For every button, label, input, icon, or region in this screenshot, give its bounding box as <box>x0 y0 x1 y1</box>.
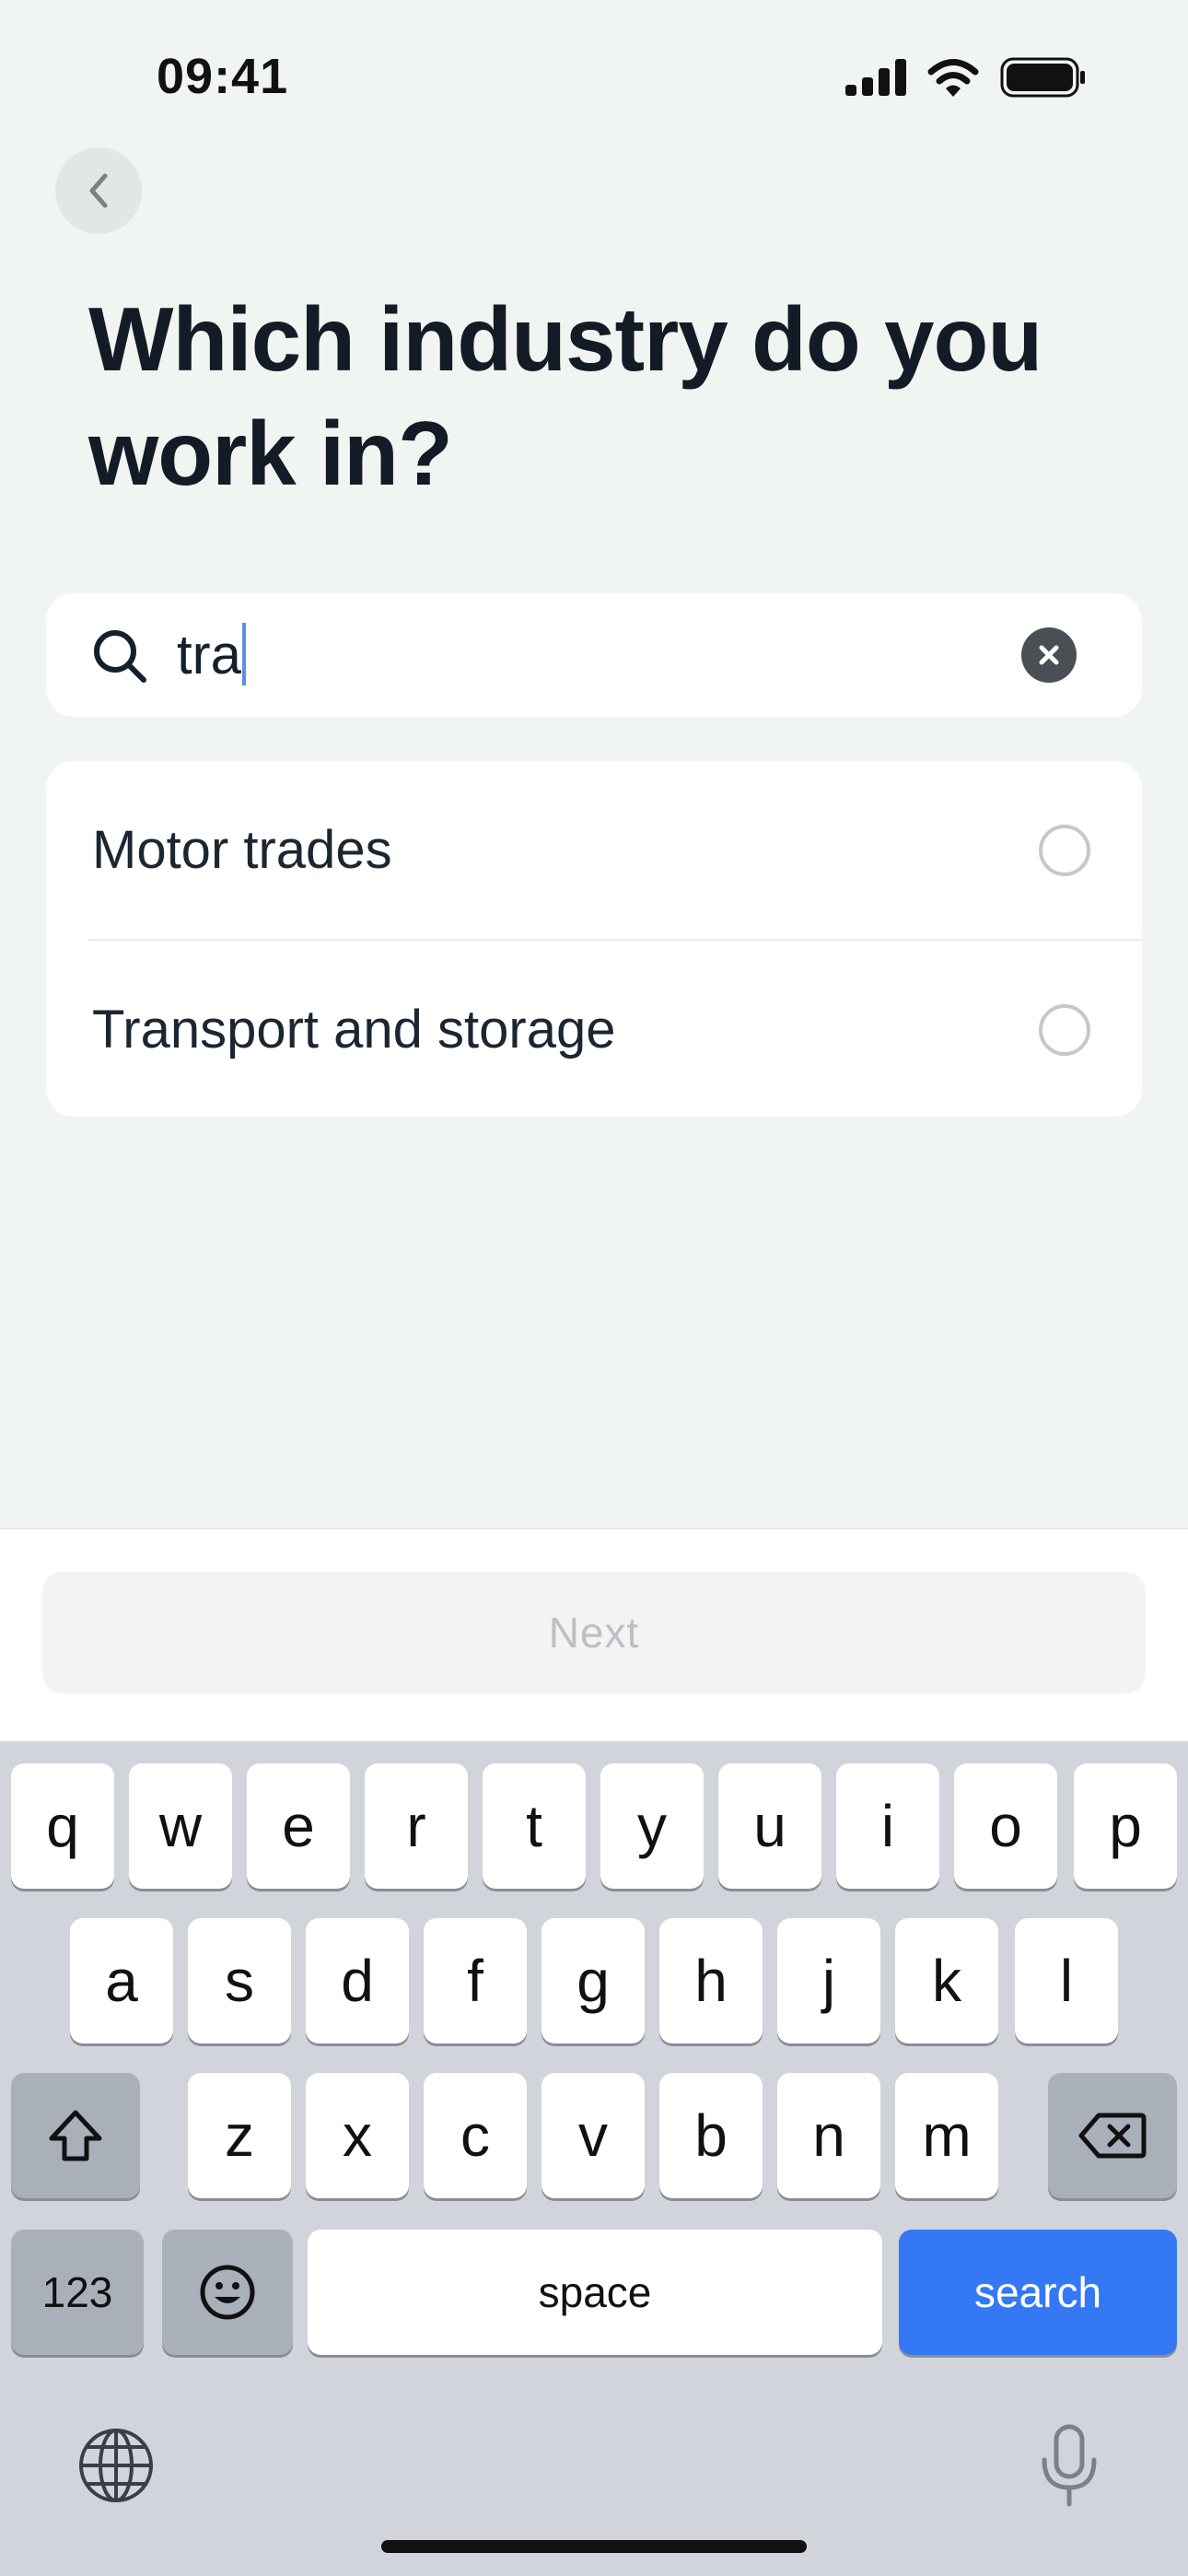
microphone-icon[interactable] <box>1039 2423 1100 2508</box>
space-key[interactable]: space <box>308 2230 882 2355</box>
back-button[interactable] <box>55 147 142 234</box>
clear-search-button[interactable] <box>1021 627 1077 683</box>
search-icon <box>94 630 146 683</box>
key-m[interactable]: m <box>895 2073 998 2198</box>
key-i[interactable]: i <box>836 1763 939 1889</box>
key-y[interactable]: y <box>600 1763 704 1889</box>
shift-icon <box>49 2110 102 2161</box>
search-input-value[interactable]: tra <box>177 621 247 687</box>
radio-icon[interactable] <box>1039 824 1090 876</box>
page-title: Which industry do you work in? <box>88 288 1042 504</box>
signal-icon <box>845 59 906 96</box>
key-j[interactable]: j <box>777 1918 880 2043</box>
key-k[interactable]: k <box>895 1918 998 2043</box>
status-time: 09:41 <box>157 49 289 104</box>
numbers-key[interactable]: 123 <box>11 2230 144 2355</box>
key-z[interactable]: z <box>188 2073 291 2198</box>
keyboard: q w e r t y u i o p a s d f g h j k l z … <box>0 1741 1188 2576</box>
key-w[interactable]: w <box>129 1763 232 1889</box>
key-e[interactable]: e <box>247 1763 350 1889</box>
key-a[interactable]: a <box>70 1918 173 2043</box>
shift-key[interactable] <box>11 2073 140 2198</box>
key-r[interactable]: r <box>365 1763 468 1889</box>
search-query: tra <box>177 623 242 685</box>
key-t[interactable]: t <box>483 1763 586 1889</box>
text-caret <box>242 623 247 685</box>
list-item-label: Motor trades <box>92 820 392 880</box>
clear-icon <box>1039 645 1059 665</box>
key-o[interactable]: o <box>954 1763 1057 1889</box>
key-c[interactable]: c <box>424 2073 527 2198</box>
key-p[interactable]: p <box>1074 1763 1177 1889</box>
list-item-label: Transport and storage <box>92 1000 616 1060</box>
key-l[interactable]: l <box>1015 1918 1118 2043</box>
list-item[interactable]: Motor trades <box>46 761 1142 939</box>
next-button[interactable]: Next <box>42 1572 1146 1693</box>
key-d[interactable]: d <box>306 1918 409 2043</box>
backspace-icon <box>1078 2113 1147 2159</box>
home-indicator[interactable] <box>381 2540 807 2553</box>
radio-icon[interactable] <box>1039 1003 1090 1056</box>
emoji-key[interactable] <box>162 2230 293 2355</box>
back-chevron-icon <box>89 173 108 208</box>
list-item[interactable]: Transport and storage <box>46 941 1142 1117</box>
key-s[interactable]: s <box>188 1918 291 2043</box>
key-b[interactable]: b <box>659 2073 763 2198</box>
globe-icon[interactable] <box>77 2427 155 2504</box>
search-key[interactable]: search <box>899 2230 1177 2355</box>
key-v[interactable]: v <box>542 2073 645 2198</box>
key-h[interactable]: h <box>659 1918 763 2043</box>
key-g[interactable]: g <box>542 1918 645 2043</box>
backspace-key[interactable] <box>1048 2073 1177 2198</box>
emoji-icon <box>200 2265 255 2320</box>
key-x[interactable]: x <box>306 2073 409 2198</box>
key-n[interactable]: n <box>777 2073 880 2198</box>
status-icons <box>845 57 1087 98</box>
key-q[interactable]: q <box>11 1763 114 1889</box>
wifi-icon <box>927 59 979 97</box>
results-list: Motor trades Transport and storage <box>46 761 1142 1117</box>
key-f[interactable]: f <box>424 1918 527 2043</box>
key-u[interactable]: u <box>718 1763 821 1889</box>
battery-icon <box>1000 57 1085 98</box>
